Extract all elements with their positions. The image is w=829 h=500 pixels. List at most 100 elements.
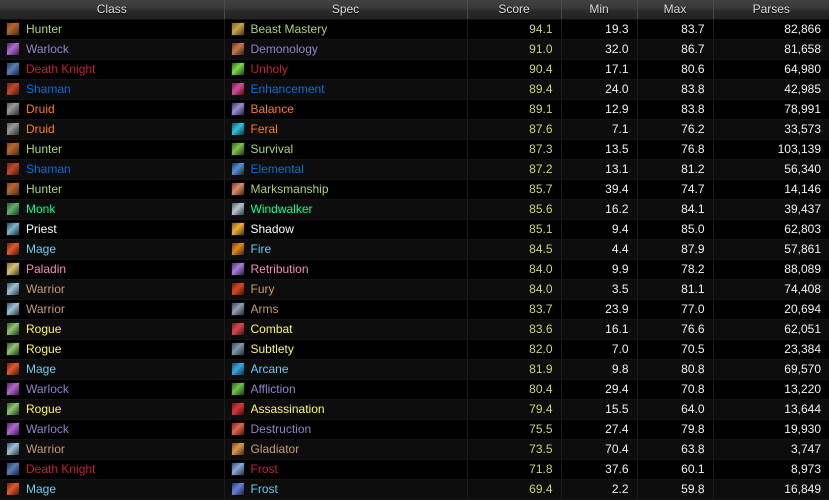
table-row[interactable]: Mage Arcane 81.9 9.8 80.8 69,570 xyxy=(0,359,829,380)
cell-spec: Frost xyxy=(224,459,468,480)
mage-class-icon xyxy=(6,242,20,256)
cell-min: 4.4 xyxy=(561,239,638,260)
table-row[interactable]: Rogue Assassination 79.4 15.5 64.0 13,644 xyxy=(0,399,829,420)
table-row[interactable]: Mage Frost 69.4 2.2 59.8 16,849 xyxy=(0,479,829,500)
cell-parses: 19,930 xyxy=(713,419,829,440)
death-knight-class-icon xyxy=(6,462,20,476)
cell-parses: 42,985 xyxy=(713,79,829,100)
max-value: 83.8 xyxy=(681,81,705,96)
cell-min: 27.4 xyxy=(561,419,638,440)
cell-max: 77.0 xyxy=(637,299,714,320)
cell-spec: Enhancement xyxy=(224,79,468,100)
cell-min: 37.6 xyxy=(561,459,638,480)
subtlety-spec-icon xyxy=(230,342,245,356)
table-row[interactable]: Mage Fire 84.5 4.4 87.9 57,861 xyxy=(0,239,829,260)
column-header-spec[interactable]: Spec xyxy=(224,0,468,20)
table-row[interactable]: Warlock Demonology 91.0 32.0 86.7 81,658 xyxy=(0,39,829,60)
spec-label: Combat xyxy=(250,322,293,336)
column-header-parses[interactable]: Parses xyxy=(713,0,829,20)
cell-score: 91.0 xyxy=(467,39,562,60)
death-knight-class-icon xyxy=(6,62,20,76)
table-row[interactable]: Druid Balance 89.1 12.9 83.8 78,991 xyxy=(0,99,829,120)
parses-value: 39,437 xyxy=(784,201,821,216)
cell-max: 85.0 xyxy=(637,219,714,240)
score-value: 87.3 xyxy=(529,141,553,156)
cell-parses: 64,980 xyxy=(713,59,829,80)
shaman-class-icon xyxy=(6,162,20,176)
table-row[interactable]: Priest Shadow 85.1 9.4 85.0 62,803 xyxy=(0,219,829,240)
max-value: 78.2 xyxy=(681,261,705,276)
cell-parses: 62,051 xyxy=(713,319,829,340)
table-row[interactable]: Hunter Marksmanship 85.7 39.4 74.7 14,146 xyxy=(0,179,829,200)
class-label: Death Knight xyxy=(26,462,96,476)
cell-score: 87.2 xyxy=(467,159,562,180)
table-body: Hunter Beast Mastery 94.1 19.3 83.7 82,866 War… xyxy=(0,19,829,500)
cell-min: 2.2 xyxy=(561,479,638,500)
cell-max: 83.7 xyxy=(637,19,714,40)
table-row[interactable]: Hunter Survival 87.3 13.5 76.8 103,139 xyxy=(0,139,829,160)
table-row[interactable]: Warrior Gladiator 73.5 70.4 63.8 3,747 xyxy=(0,439,829,460)
min-value: 7.0 xyxy=(611,341,629,356)
cell-score: 87.6 xyxy=(467,119,562,140)
parses-value: 16,849 xyxy=(784,481,821,496)
frost-mage-spec-icon xyxy=(230,482,245,496)
cell-parses: 3,747 xyxy=(713,439,829,460)
cell-max: 70.8 xyxy=(637,379,714,400)
cell-min: 7.0 xyxy=(561,339,638,360)
cell-score: 85.1 xyxy=(467,219,562,240)
table-row[interactable]: Paladin Retribution 84.0 9.9 78.2 88,089 xyxy=(0,259,829,280)
table-row[interactable]: Rogue Subtlety 82.0 7.0 70.5 23,384 xyxy=(0,339,829,360)
parses-value: 20,694 xyxy=(784,301,821,316)
combat-spec-icon xyxy=(230,322,245,336)
table-row[interactable]: Hunter Beast Mastery 94.1 19.3 83.7 82,866 xyxy=(0,19,829,40)
gladiator-spec-icon xyxy=(230,442,245,456)
min-value: 24.0 xyxy=(605,81,629,96)
cell-class: Priest xyxy=(0,219,225,240)
column-header-score[interactable]: Score xyxy=(467,0,562,20)
parses-value: 42,985 xyxy=(784,81,821,96)
spec-label: Retribution xyxy=(250,262,309,276)
cell-max: 81.1 xyxy=(637,279,714,300)
affliction-spec-icon xyxy=(230,382,245,396)
parses-value: 8,973 xyxy=(790,461,821,476)
cell-class: Warrior xyxy=(0,439,225,460)
cell-min: 3.5 xyxy=(561,279,638,300)
score-value: 89.4 xyxy=(529,81,553,96)
paladin-class-icon xyxy=(6,262,20,276)
mage-class-icon xyxy=(6,482,20,496)
spec-label: Beast Mastery xyxy=(250,22,328,36)
score-value: 75.5 xyxy=(529,421,553,436)
destruction-spec-icon xyxy=(230,422,245,436)
table-row[interactable]: Shaman Enhancement 89.4 24.0 83.8 42,985 xyxy=(0,79,829,100)
table-row[interactable]: Warlock Affliction 80.4 29.4 70.8 13,220 xyxy=(0,379,829,400)
cell-spec: Demonology xyxy=(224,39,468,60)
cell-score: 75.5 xyxy=(467,419,562,440)
feral-spec-icon xyxy=(230,122,245,136)
column-header-max[interactable]: Max xyxy=(637,0,714,20)
cell-parses: 74,408 xyxy=(713,279,829,300)
table-row[interactable]: Warrior Fury 84.0 3.5 81.1 74,408 xyxy=(0,279,829,300)
column-header-min[interactable]: Min xyxy=(561,0,638,20)
class-label: Priest xyxy=(26,222,57,236)
table-row[interactable]: Death Knight Unholy 90.4 17.1 80.6 64,980 xyxy=(0,59,829,80)
parses-value: 69,570 xyxy=(784,361,821,376)
cell-score: 80.4 xyxy=(467,379,562,400)
min-value: 13.1 xyxy=(605,161,629,176)
table-row[interactable]: Shaman Elemental 87.2 13.1 81.2 56,340 xyxy=(0,159,829,180)
cell-score: 69.4 xyxy=(467,479,562,500)
cell-class: Hunter xyxy=(0,19,225,40)
cell-spec: Survival xyxy=(224,139,468,160)
warlock-class-icon xyxy=(6,422,20,436)
parses-value: 56,340 xyxy=(784,161,821,176)
table-row[interactable]: Rogue Combat 83.6 16.1 76.6 62,051 xyxy=(0,319,829,340)
table-row[interactable]: Death Knight Frost 71.8 37.6 60.1 8,973 xyxy=(0,459,829,480)
table-row[interactable]: Warlock Destruction 75.5 27.4 79.8 19,930 xyxy=(0,419,829,440)
spec-label: Demonology xyxy=(250,42,318,56)
table-row[interactable]: Warrior Arms 83.7 23.9 77.0 20,694 xyxy=(0,299,829,320)
cell-score: 90.4 xyxy=(467,59,562,80)
table-row[interactable]: Monk Windwalker 85.6 16.2 84.1 39,437 xyxy=(0,199,829,220)
max-value: 83.7 xyxy=(681,21,705,36)
column-header-class[interactable]: Class xyxy=(0,0,225,20)
table-row[interactable]: Druid Feral 87.6 7.1 76.2 33,573 xyxy=(0,119,829,140)
cell-min: 19.3 xyxy=(561,19,638,40)
